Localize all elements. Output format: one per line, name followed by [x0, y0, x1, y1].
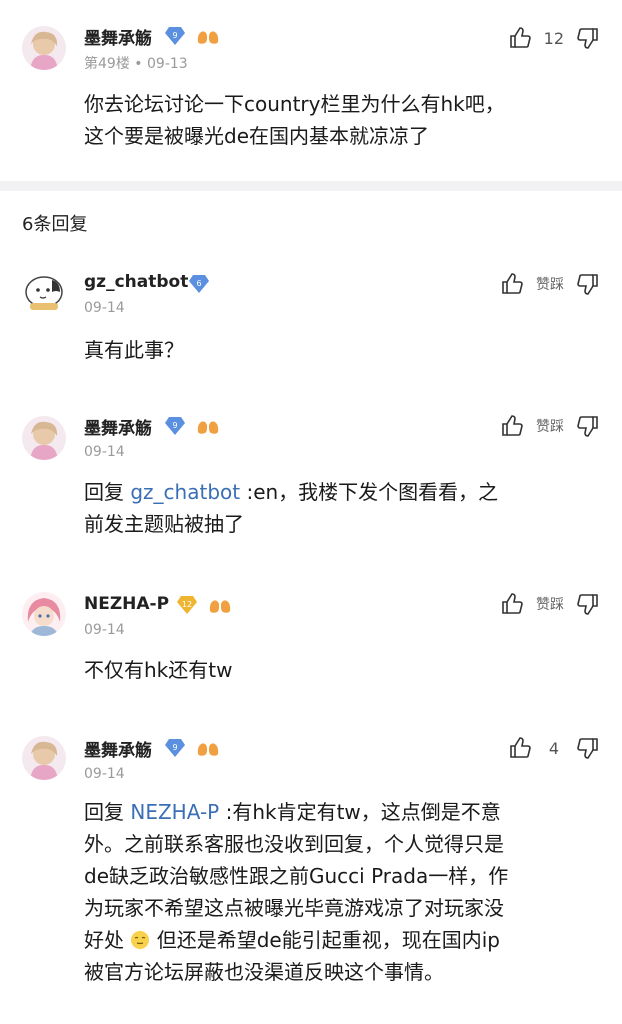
reply-item: gz_chatbot 6 09-14 赞踩 真有此事？: [0, 262, 622, 392]
post-meta: 第49楼 • 09-13: [84, 53, 188, 73]
vote-actions: 赞踩: [500, 592, 600, 616]
svg-text:9: 9: [172, 743, 177, 752]
reply-content: 回复 NEZHA-P :有hk肯定有tw，这点倒是不意 外。之前联系客服也没收到…: [84, 796, 604, 988]
reply-date: 09-14: [84, 766, 125, 782]
svg-text:9: 9: [172, 421, 177, 430]
reply-text: 好处: [84, 928, 124, 952]
reply-date: 09-14: [84, 444, 125, 460]
username[interactable]: 墨舞承觞: [84, 414, 152, 439]
replies-count-header: 6条回复: [22, 214, 88, 235]
reply-content-line: 为玩家不希望这点被曝光毕竟游戏凉了对玩家没: [84, 896, 504, 920]
level-diamond-icon: 12: [177, 596, 197, 614]
vote-actions: 赞踩: [500, 414, 600, 438]
reply-content: 回复 gz_chatbot :en，我楼下发个图看看，之 前发主题贴被抽了: [84, 476, 604, 540]
reply-content-line: 前发主题贴被抽了: [84, 512, 244, 536]
vote-label: 赞踩: [536, 419, 564, 435]
vote-label: 赞踩: [536, 597, 564, 613]
reply-text: :en，我楼下发个图看看，之: [246, 480, 499, 504]
main-post: 墨舞承觞 9 第49楼 • 09-13 12 你去论坛讨论一下country栏里…: [0, 0, 622, 181]
mention-link[interactable]: NEZHA-P: [130, 800, 219, 824]
reply-date: 09-14: [84, 622, 125, 638]
thumbs-up-icon[interactable]: [508, 26, 532, 50]
floor-number: 第49楼: [84, 56, 130, 72]
reply-item: NEZHA-P 12 09-14 赞踩 不仅有hk还有tw: [0, 580, 622, 710]
lungs-badge-icon: [197, 418, 219, 434]
reply-item: 墨舞承觞 9 09-14 4 回复 NEZHA-P :有hk肯定有tw，这点倒是…: [0, 724, 622, 1024]
section-divider: [0, 181, 622, 191]
badges: 9: [164, 26, 220, 46]
badges: 12: [176, 595, 232, 615]
avatar[interactable]: [22, 26, 66, 70]
mention-link[interactable]: gz_chatbot: [130, 480, 240, 504]
vote-actions: 赞踩: [500, 272, 600, 296]
username[interactable]: 墨舞承觞: [84, 24, 152, 49]
vote-actions: 4: [508, 736, 600, 760]
reply-item: 墨舞承觞 9 09-14 赞踩 回复 gz_chatbot :en，我楼下发个图…: [0, 404, 622, 564]
level-diamond-icon: 9: [165, 739, 185, 757]
thumbs-down-icon[interactable]: [576, 736, 600, 760]
thumbs-up-icon[interactable]: [500, 272, 524, 296]
level-diamond-icon: 6: [189, 275, 209, 293]
badges: 9: [164, 738, 220, 758]
reply-prefix: 回复: [84, 480, 124, 504]
thumbs-down-icon[interactable]: [576, 592, 600, 616]
vote-label: 赞踩: [536, 277, 564, 293]
avatar[interactable]: [22, 416, 66, 460]
thumbs-up-icon[interactable]: [500, 592, 524, 616]
username[interactable]: NEZHA-P: [84, 594, 169, 614]
reply-date: 09-14: [84, 300, 125, 316]
reply-text: 但还是希望de能引起重视，现在国内ip: [156, 928, 500, 952]
meta-separator: •: [134, 56, 147, 72]
reply-content-line: de缺乏政治敏感性跟之前Gucci Prada一样，作: [84, 864, 509, 888]
level-diamond-icon: 9: [165, 417, 185, 435]
lungs-badge-icon: [197, 28, 219, 44]
svg-text:12: 12: [182, 600, 192, 609]
badges: 9: [164, 416, 220, 436]
thumbs-down-icon[interactable]: [576, 414, 600, 438]
post-content: 你去论坛讨论一下country栏里为什么有hk吧， 这个要是被曝光de在国内基本…: [84, 88, 604, 152]
svg-text:6: 6: [196, 279, 201, 288]
reply-content-line: 好处 但还是希望de能引起重视，现在国内ip: [84, 924, 604, 956]
like-count: 4: [548, 738, 560, 758]
thumbs-down-icon[interactable]: [576, 26, 600, 50]
svg-text:9: 9: [172, 31, 177, 40]
thumbs-up-icon[interactable]: [500, 414, 524, 438]
level-diamond-icon: 9: [165, 27, 185, 45]
lungs-badge-icon: [197, 740, 219, 756]
reply-content-line: 回复 NEZHA-P :有hk肯定有tw，这点倒是不意: [84, 796, 604, 828]
vote-actions: 12: [508, 26, 600, 50]
avatar[interactable]: [22, 592, 66, 636]
reply-text: :有hk肯定有tw，这点倒是不意: [225, 800, 501, 824]
reply-content: 不仅有hk还有tw: [84, 658, 233, 682]
thumbs-up-icon[interactable]: [508, 736, 532, 760]
post-content-line: 你去论坛讨论一下country栏里为什么有hk吧，: [84, 92, 505, 116]
reply-content: 真有此事？: [84, 338, 184, 362]
post-date: 09-13: [147, 56, 188, 72]
avatar[interactable]: [22, 736, 66, 780]
post-content-line: 这个要是被曝光de在国内基本就凉凉了: [84, 124, 429, 148]
username[interactable]: 墨舞承觞: [84, 736, 152, 761]
thumbs-down-icon[interactable]: [576, 272, 600, 296]
reply-content-line: 被官方论坛屏蔽也没渠道反映这个事情。: [84, 960, 444, 984]
smiling-emoji-icon: [131, 931, 150, 949]
username[interactable]: gz_chatbot: [84, 272, 188, 292]
reply-prefix: 回复: [84, 800, 124, 824]
avatar[interactable]: [22, 270, 66, 314]
reply-content-line: 外。之前联系客服也没收到回复，个人觉得只是: [84, 832, 504, 856]
like-count: 12: [543, 28, 564, 48]
reply-content-line: 回复 gz_chatbot :en，我楼下发个图看看，之: [84, 476, 604, 508]
badges: 6: [188, 274, 210, 294]
lungs-badge-icon: [209, 597, 231, 613]
